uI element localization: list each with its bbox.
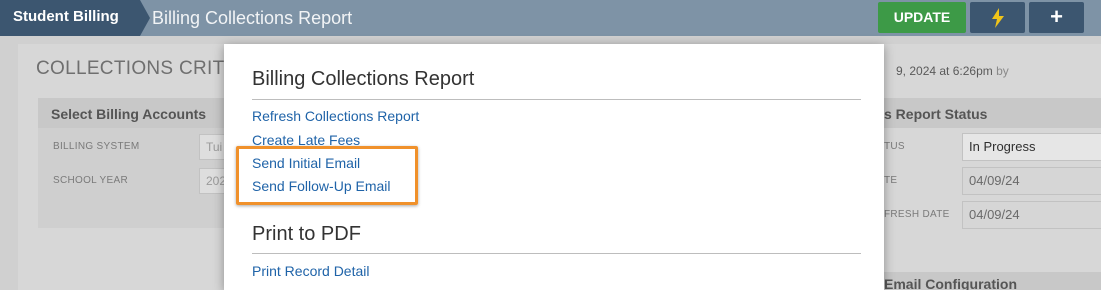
divider bbox=[252, 253, 861, 254]
plus-icon: + bbox=[1050, 4, 1063, 29]
print-pdf-heading: Print to PDF bbox=[252, 223, 361, 245]
refresh-date-field: 04/09/24 bbox=[962, 201, 1101, 229]
print-record-detail-link[interactable]: Print Record Detail bbox=[252, 263, 370, 279]
meta-by: by bbox=[996, 64, 1009, 78]
email-config-heading: Email Configuration bbox=[884, 276, 1017, 290]
divider bbox=[252, 99, 861, 100]
refresh-date-label: FRESH DATE bbox=[884, 209, 950, 220]
top-bar: Student Billing Billing Collections Repo… bbox=[0, 0, 1101, 36]
module-tab[interactable]: Student Billing bbox=[0, 0, 150, 36]
update-button[interactable]: UPDATE bbox=[878, 2, 966, 33]
billing-system-label: BILLING SYSTEM bbox=[53, 141, 140, 152]
page-title: Billing Collections Report bbox=[152, 8, 353, 28]
school-year-label: SCHOOL YEAR bbox=[53, 175, 128, 186]
billing-system-select[interactable]: Tui bbox=[199, 134, 227, 160]
meta-date: 9, 2024 at 6:26pm bbox=[896, 64, 993, 78]
add-button[interactable]: + bbox=[1029, 2, 1084, 33]
highlight-box bbox=[236, 146, 418, 205]
school-year-select[interactable]: 202 bbox=[199, 168, 227, 194]
lightning-icon bbox=[991, 7, 1005, 29]
status-select[interactable]: In Progress bbox=[962, 133, 1101, 161]
billing-accounts-heading: Select Billing Accounts bbox=[51, 106, 207, 122]
status-label: TUS bbox=[884, 141, 905, 152]
date-label: TE bbox=[884, 175, 898, 186]
refresh-report-link[interactable]: Refresh Collections Report bbox=[252, 108, 419, 124]
actions-button[interactable] bbox=[970, 2, 1025, 33]
report-status-heading: s Report Status bbox=[884, 106, 988, 122]
date-field: 04/09/24 bbox=[962, 167, 1101, 195]
report-menu-heading: Billing Collections Report bbox=[252, 68, 475, 90]
created-meta: 9, 2024 at 6:26pm by bbox=[896, 64, 1009, 78]
